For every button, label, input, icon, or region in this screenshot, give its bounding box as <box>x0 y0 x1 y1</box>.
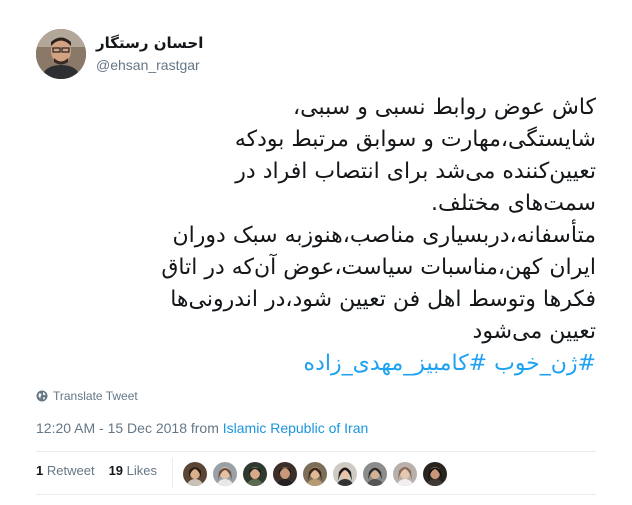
likes-label: Likes <box>126 463 158 478</box>
liker-avatar[interactable] <box>273 462 297 486</box>
liker-avatar[interactable] <box>303 462 327 486</box>
retweet-stat[interactable]: 1 Retweet <box>36 463 95 478</box>
liker-avatar[interactable] <box>243 462 267 486</box>
tweet-line: تعیین می‌شود <box>472 319 596 344</box>
tweet-line: متأسفانه،دربسیاری مناصب،هنوزبه سبک دوران <box>172 223 596 248</box>
divider <box>36 451 596 452</box>
liker-avatar[interactable] <box>213 462 237 486</box>
liker-avatar[interactable] <box>363 462 387 486</box>
tweet-line: کاش عوض روابط نسبی و سببی، <box>293 95 596 120</box>
likes-count: 19 <box>108 463 124 478</box>
timestamp-time[interactable]: 12:20 AM - 15 Dec 2018 from <box>36 420 223 436</box>
tweet-stats: 1 Retweet 19 Likes <box>36 463 157 478</box>
author-avatar[interactable] <box>36 29 86 79</box>
stats-separator <box>172 458 173 488</box>
translate-tweet-link[interactable]: Translate Tweet <box>36 389 138 403</box>
tweet-line: فکرها وتوسط اهل فن تعیین شود،در اندرونی‌… <box>170 287 596 312</box>
liker-avatar[interactable] <box>393 462 417 486</box>
liker-avatar[interactable] <box>423 462 447 486</box>
liker-avatar[interactable] <box>183 462 207 486</box>
author-name[interactable]: احسان رستگار <box>96 33 203 53</box>
liker-avatars <box>183 462 453 486</box>
location-link[interactable]: Islamic Republic of Iran <box>223 420 369 436</box>
hashtag-links[interactable]: #ژن_خوب #کامبیز_مهدی_زاده <box>36 348 596 380</box>
likes-stat[interactable]: 19 Likes <box>109 463 157 478</box>
liker-avatar[interactable] <box>333 462 357 486</box>
tweet-text: کاش عوض روابط نسبی و سببی، شایستگی،مهارت… <box>36 92 596 380</box>
author-info: احسان رستگار @ehsan_rastgar <box>96 33 203 75</box>
translate-label: Translate Tweet <box>53 389 138 403</box>
tweet-line: سمت‌های مختلف. <box>431 191 596 216</box>
tweet-line: تعیین‌کننده می‌شد برای انتصاب افراد در <box>235 159 596 184</box>
retweet-label: Retweet <box>46 463 95 478</box>
author-handle[interactable]: @ehsan_rastgar <box>96 55 203 75</box>
tweet-timestamp: 12:20 AM - 15 Dec 2018 from Islamic Repu… <box>36 420 368 436</box>
tweet-card: احسان رستگار @ehsan_rastgar کاش عوض رواب… <box>0 0 632 505</box>
author-photo <box>36 29 86 79</box>
globe-icon <box>36 390 48 402</box>
tweet-line: ایران کهن،مناسبات سیاست،عوض آن‌که در اتا… <box>161 255 596 280</box>
divider <box>36 494 596 495</box>
tweet-line: شایستگی،مهارت و سوابق مرتبط بودکه <box>234 127 596 152</box>
retweet-count: 1 <box>36 463 44 478</box>
